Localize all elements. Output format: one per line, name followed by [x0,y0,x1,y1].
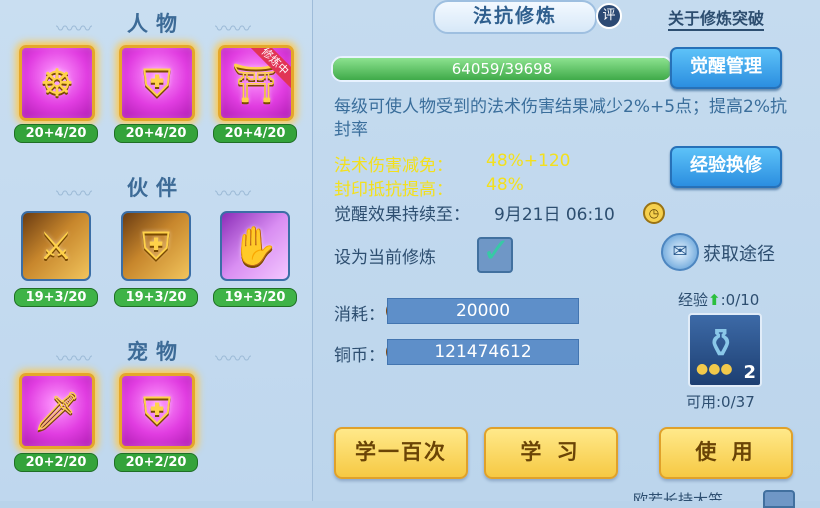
shield-icon: ⛨ [142,388,172,433]
checkmark-icon: ✓ [482,231,511,271]
clock-icon: ◷ [643,202,665,224]
exp-label: 经验 [678,291,709,309]
cost-label: 消耗： [334,305,385,325]
cloud-ornament-right: 〰〰 [215,19,251,40]
pet-level-2: 20+2/20 [114,453,198,472]
stat-label: 法术伤害减免： [334,156,453,176]
character-level-1: 20+4/20 [14,124,98,143]
bottom-cut-text: 欧若长持大笠 [633,491,724,501]
learn-button[interactable]: 学 习 [484,427,618,479]
rate-badge[interactable]: 评 [596,3,622,29]
exp-value: :0/10 [720,291,760,309]
cloud-ornament-right-2: 〰〰 [215,184,251,205]
pet-card-1[interactable]: 🗡 [19,373,95,449]
awaken-duration-value: 9月21日 06:10 [494,205,615,225]
exp-label-row: 经验⬆:0/10 [678,289,759,310]
bottom-checkbox-icon[interactable] [763,490,795,508]
partner-card-2[interactable]: ⛨ [121,211,191,281]
learn-100-button[interactable]: 学一百次 [334,427,468,479]
stat-label: 封印抵抗提高： [334,180,453,200]
character-level-2: 20+4/20 [114,124,198,143]
stat-value: 48% [486,175,524,195]
about-breakthrough-link[interactable]: 关于修炼突破 [668,5,765,31]
section-title-partner: 伙伴 [127,176,185,200]
training-category-panel: 〰〰 人物 〰〰 ☸ 20+4/20 ⛨ 20+4/20 ⛩ 修炼中 20+4/… [0,0,313,501]
pet-level-1: 20+2/20 [14,453,98,472]
item-slot[interactable]: ⚱ ●●● 2 [688,313,762,387]
character-card-2[interactable]: ⛨ [119,45,195,121]
cost-value: 20000 [387,298,579,324]
obtain-path-icon[interactable]: ✉ [661,233,699,271]
character-card-1[interactable]: ☸ [19,45,95,121]
partner-card-1[interactable]: ⚔ [21,211,91,281]
use-button[interactable]: 使 用 [659,427,793,479]
copper-label: 铜币： [334,346,385,366]
partner-level-1: 19+3/20 [14,288,98,307]
title-tab: 法抗修炼 [433,0,597,34]
awaken-manage-button[interactable]: 觉醒管理 [670,47,782,89]
gold-coins-icon: ●●● [696,361,733,377]
sword-icon: ⚔ [38,224,74,268]
stat-row-seal-resist: 封印抵抗提高： 48% [334,175,524,200]
partner-card-3[interactable]: ✋ [220,211,290,281]
sword-icon: 🗡 [32,388,82,433]
training-detail-panel: 法抗修炼 评 关于修炼突破 64059/39698 觉醒管理 每级可使人物受到的… [313,0,820,508]
character-level-3: 20+4/20 [213,124,297,143]
partner-level-2: 19+3/20 [114,288,198,307]
stat-value: 48%+120 [486,151,571,171]
awaken-duration-label: 觉醒效果持续至： [334,205,470,225]
section-title-character: 人物 [127,12,185,36]
pet-card-2[interactable]: ⛨ [119,373,195,449]
exp-progress-bar: 64059/39698 [331,56,673,82]
partner-level-3: 19+3/20 [213,288,297,307]
copper-value: 121474612 [387,339,579,365]
exp-exchange-button[interactable]: 经验换修 [670,146,782,188]
shield-icon: ⛨ [141,223,171,268]
section-title-pet: 宠物 [127,340,185,364]
set-current-checkbox[interactable]: ✓ [477,231,513,273]
stat-row-spell-reduction: 法术伤害减免： 48%+120 [334,151,570,176]
character-card-3-selected[interactable]: ⛩ 修炼中 [218,45,294,121]
armor-icon: ⛨ [142,60,172,105]
palm-icon: ✋ [231,223,279,268]
page-title: 法抗修炼 [472,5,557,27]
cloud-ornament-right-3: 〰〰 [215,349,251,370]
training-description: 每级可使人物受到的法术伤害结果减少2%+5点；提高2%抗封率 [334,97,787,140]
set-current-label: 设为当前修炼 [334,248,436,268]
idol-icon: ☸ [39,61,75,105]
item-count: 2 [743,362,756,383]
obtain-path-link[interactable]: 获取途径 [703,240,775,266]
item-available: 可用:0/37 [686,393,755,411]
exp-progress-text: 64059/39698 [451,60,553,78]
up-arrow-icon: ⬆ [708,291,721,309]
